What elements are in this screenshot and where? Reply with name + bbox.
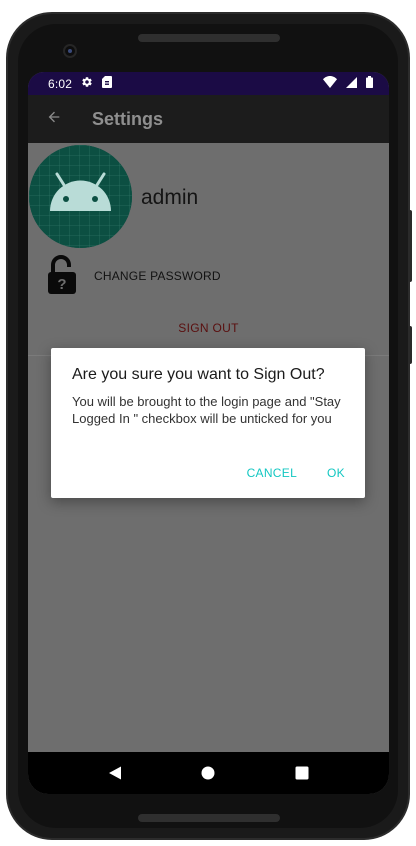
wifi-icon — [323, 76, 337, 91]
back-button[interactable] — [30, 95, 78, 143]
nav-home-button[interactable] — [188, 753, 228, 793]
username-label: admin — [141, 186, 199, 209]
status-right — [323, 76, 373, 91]
signal-icon — [346, 76, 357, 91]
page-title: Settings — [92, 108, 164, 129]
power-button[interactable] — [408, 326, 412, 364]
nav-home-icon — [201, 766, 215, 780]
bottom-speaker — [138, 814, 280, 822]
dialog-actions: CANCEL OK — [247, 466, 345, 480]
status-left: 6:02 — [48, 76, 113, 91]
svg-text:?: ? — [57, 276, 66, 293]
dialog-title: Are you sure you want to Sign Out? — [72, 366, 325, 383]
ok-button[interactable]: OK — [327, 466, 345, 480]
unlocked-padlock-question-icon: ? — [46, 255, 78, 295]
cancel-button[interactable]: CANCEL — [247, 466, 297, 480]
nav-recent-button[interactable] — [282, 753, 322, 793]
top-speaker — [138, 34, 280, 42]
settings-icon — [81, 76, 93, 91]
change-password-button[interactable]: CHANGE PASSWORD — [94, 269, 221, 283]
navigation-bar — [28, 752, 389, 794]
nav-recent-icon — [295, 766, 309, 780]
arrow-back-icon — [46, 109, 62, 130]
avatar[interactable] — [29, 145, 132, 248]
sim-card-icon — [102, 76, 113, 91]
phone-screen: 6:02 Settings admin ? CHANGE PASSWORD SI… — [28, 72, 389, 794]
nav-back-icon — [108, 766, 121, 780]
dialog-message: You will be brought to the login page an… — [72, 394, 341, 426]
app-toolbar: Settings — [28, 95, 389, 143]
status-time: 6:02 — [48, 76, 73, 91]
nav-back-button[interactable] — [95, 753, 135, 793]
volume-button[interactable] — [408, 210, 412, 282]
status-bar: 6:02 — [28, 72, 389, 95]
battery-icon — [366, 76, 373, 91]
sign-out-dialog: Are you sure you want to Sign Out? You w… — [51, 348, 365, 498]
android-robot-icon — [29, 145, 132, 248]
front-camera — [63, 44, 77, 58]
sign-out-button[interactable]: SIGN OUT — [28, 311, 389, 345]
